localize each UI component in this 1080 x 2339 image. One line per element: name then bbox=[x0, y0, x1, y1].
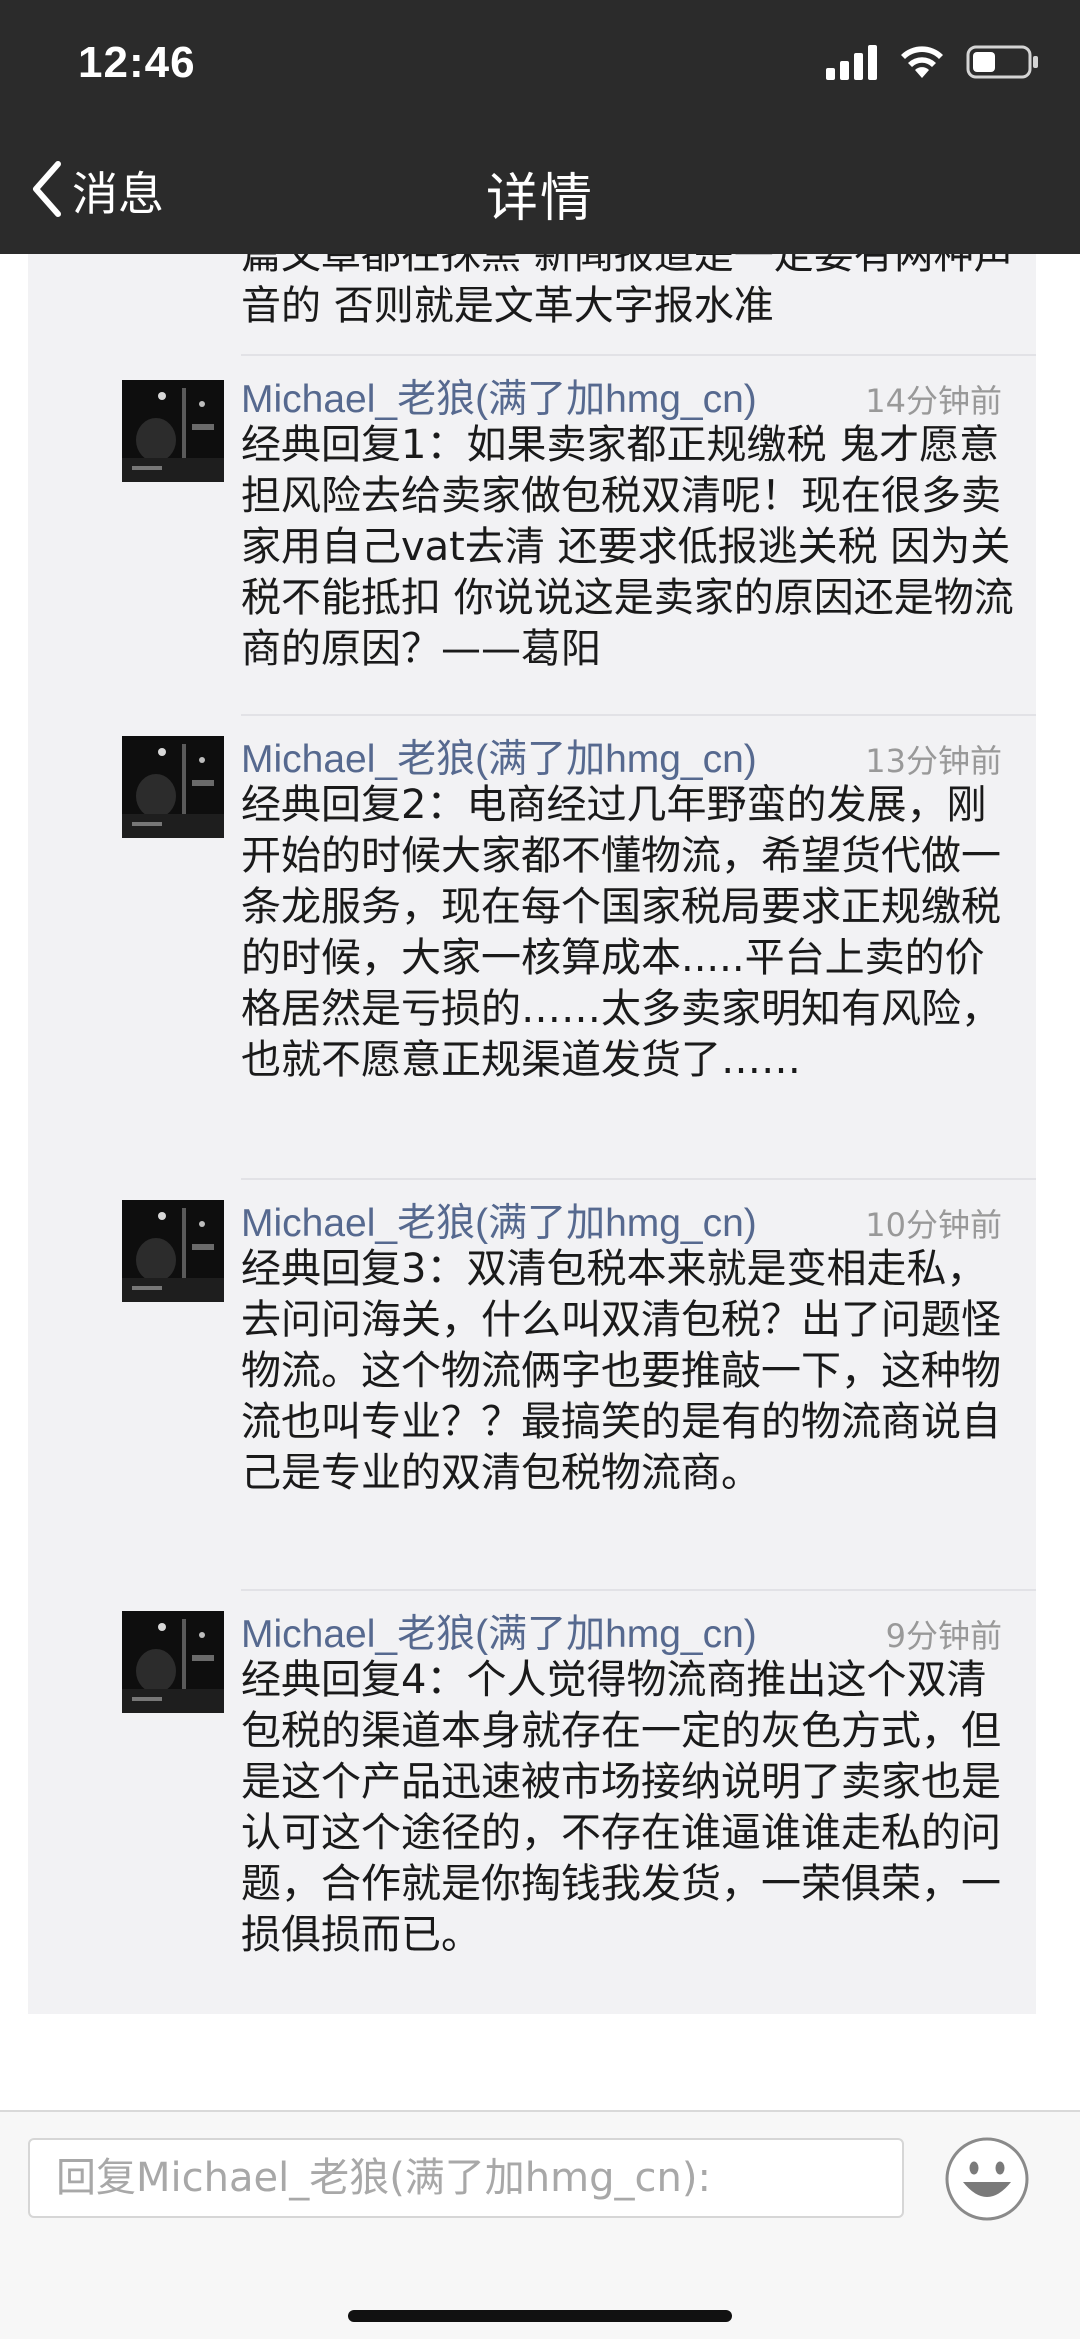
status-time: 12:46 bbox=[78, 38, 196, 87]
comment-divider bbox=[241, 714, 1036, 716]
comment-divider bbox=[241, 1178, 1036, 1180]
comments-scroll-area[interactable]: 篇文章都在抹黑 新闻报道是一定要有两种声音的 否则就是文革大字报水准 Micha… bbox=[0, 244, 1080, 2110]
avatar[interactable] bbox=[122, 1200, 224, 1302]
comment-author[interactable]: Michael_老狼(满了加hmg_cn) bbox=[241, 1192, 757, 1248]
comment-timestamp: 14分钟前 bbox=[865, 382, 1002, 420]
comment-text: 经典回复2：电商经过几年野蛮的发展，刚开始的时候大家都不懂物流，希望货代做一条龙… bbox=[241, 782, 1001, 1083]
comment-timestamp: 10分钟前 bbox=[865, 1206, 1002, 1244]
status-icons bbox=[826, 44, 1040, 84]
comment-timestamp: 13分钟前 bbox=[865, 742, 1002, 780]
avatar[interactable] bbox=[122, 380, 224, 482]
comment-text: 经典回复1：如果卖家都正规缴税 鬼才愿意担风险去给卖家做包税双清呢！现在很多卖家… bbox=[241, 422, 1014, 672]
page-title: 详情 bbox=[485, 169, 594, 229]
smiley-icon bbox=[944, 2137, 1030, 2226]
reply-bar bbox=[0, 2110, 1080, 2339]
home-indicator bbox=[348, 2310, 732, 2322]
emoji-button[interactable] bbox=[944, 2136, 1030, 2222]
avatar[interactable] bbox=[122, 736, 224, 838]
comment-timestamp: 9分钟前 bbox=[885, 1617, 1002, 1655]
top-navigation-bar: 12:46 消息 详情 bbox=[0, 0, 1080, 254]
comment-author[interactable]: Michael_老狼(满了加hmg_cn) bbox=[241, 728, 757, 784]
wifi-icon bbox=[900, 44, 944, 84]
avatar[interactable] bbox=[122, 1611, 224, 1713]
comment-author[interactable]: Michael_老狼(满了加hmg_cn) bbox=[241, 368, 757, 424]
screen: 12:46 消息 详情 篇文章都在抹黑 新闻报道是一定要有两种声音的 否则就是文… bbox=[0, 0, 1080, 2339]
comment-text: 经典回复4：个人觉得物流商推出这个双清包税的渠道本身就存在一定的灰色方式，但是这… bbox=[241, 1657, 1001, 1958]
reply-input[interactable] bbox=[28, 2138, 904, 2218]
battery-icon bbox=[966, 44, 1040, 84]
comment-divider bbox=[241, 1589, 1036, 1591]
previous-comment-text: 篇文章都在抹黑 新闻报道是一定要有两种声音的 否则就是文革大字报水准 bbox=[241, 244, 1014, 329]
comment-author[interactable]: Michael_老狼(满了加hmg_cn) bbox=[241, 1603, 757, 1659]
comment-text: 经典回复3：双清包税本来就是变相走私，去问问海关，什么叫双清包税？出了问题怪物流… bbox=[241, 1246, 1001, 1496]
comment-divider bbox=[241, 354, 1036, 356]
signal-icon bbox=[826, 44, 878, 84]
comments-panel: 篇文章都在抹黑 新闻报道是一定要有两种声音的 否则就是文革大字报水准 Micha… bbox=[28, 244, 1036, 2014]
